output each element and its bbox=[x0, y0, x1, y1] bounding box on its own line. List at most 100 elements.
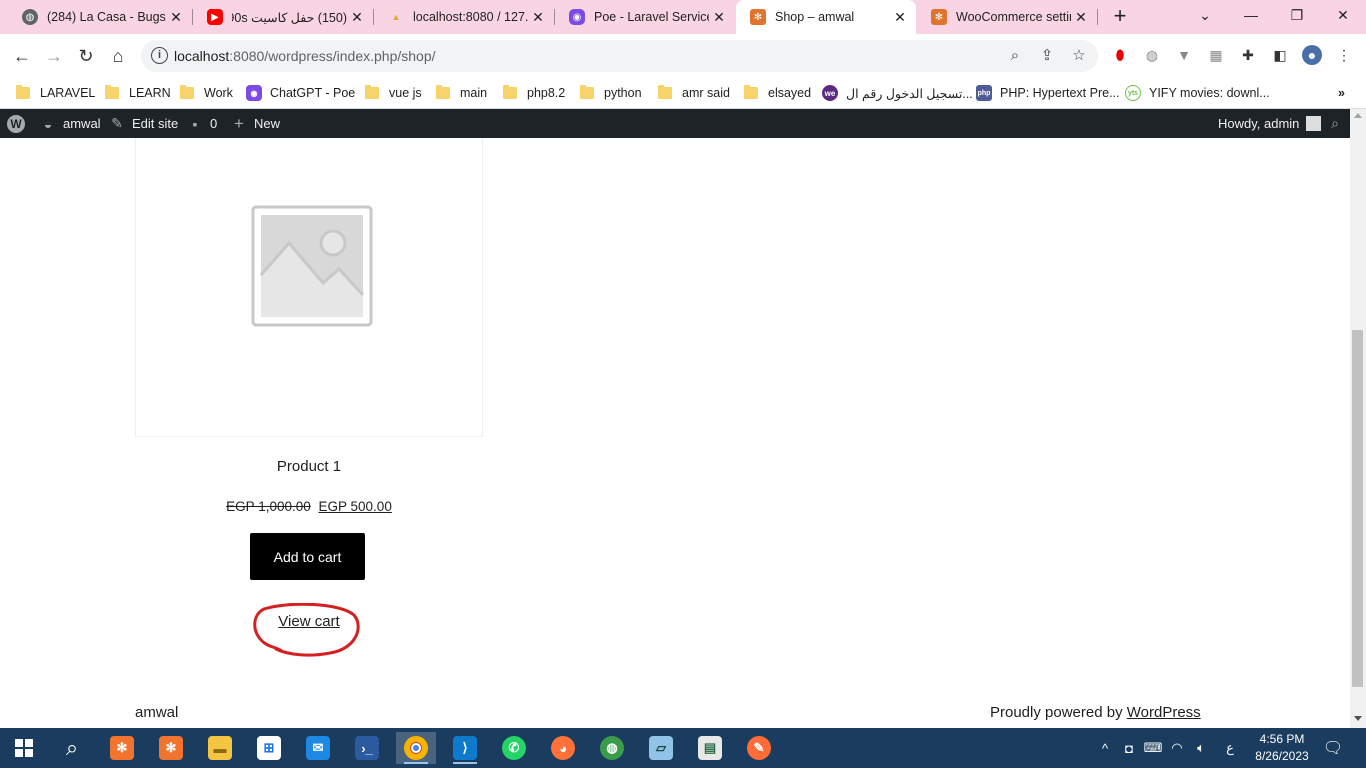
address-bar[interactable]: i localhost:8080/wordpress/index.php/sho… bbox=[141, 40, 1098, 72]
wifi-icon[interactable]: ◠ bbox=[1168, 728, 1186, 768]
close-tab-icon[interactable]: ✕ bbox=[347, 9, 367, 26]
bookmark-vue-js[interactable]: vue js bbox=[365, 82, 422, 104]
notifications-icon[interactable]: 🗨︎ bbox=[1322, 728, 1344, 768]
browser-tab-3[interactable]: ▲ localhost:8080 / 127.0 ✕ bbox=[374, 0, 554, 34]
forward-icon[interactable]: → bbox=[40, 42, 68, 70]
menu-kebab-icon[interactable]: ⋮ bbox=[1334, 45, 1354, 65]
close-tab-icon[interactable]: ✕ bbox=[1071, 9, 1091, 26]
xampp-taskbar-icon[interactable]: ✻ bbox=[102, 732, 142, 764]
tab-search-icon[interactable]: ⌄ bbox=[1182, 0, 1228, 30]
bookmark-amr-said[interactable]: amr said bbox=[658, 82, 730, 104]
add-to-cart-button[interactable]: Add to cart bbox=[250, 533, 365, 580]
plus-icon: + bbox=[234, 113, 244, 133]
bookmark-chatgpt-poe[interactable]: ◉ ChatGPT - Poe bbox=[246, 82, 355, 104]
wp-comments[interactable]: ▪ 0 bbox=[186, 109, 218, 138]
scroll-up-arrow[interactable] bbox=[1354, 113, 1362, 118]
share-icon[interactable]: ⇪ bbox=[1038, 47, 1056, 65]
home-icon[interactable]: ⌂ bbox=[104, 42, 132, 70]
browser-tab-5-active[interactable]: ✻ Shop – amwal ✕ bbox=[736, 0, 916, 34]
chrome-taskbar-icon[interactable] bbox=[396, 732, 436, 764]
bookmark-label: amr said bbox=[682, 86, 730, 100]
extension-card-icon[interactable]: ▦ bbox=[1206, 45, 1226, 65]
reload-icon[interactable]: ↻ bbox=[72, 42, 100, 70]
poe-icon: ◉ bbox=[569, 9, 585, 25]
wp-logo-icon[interactable]: W bbox=[7, 109, 25, 138]
site-info-icon[interactable]: i bbox=[151, 47, 168, 64]
network-app-icon[interactable]: ◍ bbox=[592, 732, 632, 764]
bookmark-star-icon[interactable]: ☆ bbox=[1070, 47, 1088, 65]
wp-site-name[interactable]: ◒ amwal bbox=[39, 109, 101, 138]
close-tab-icon[interactable]: ✕ bbox=[890, 9, 910, 26]
vpn-globe-icon[interactable]: ◍ bbox=[1142, 45, 1162, 65]
browser-tab-6[interactable]: ✻ WooCommerce settin ✕ bbox=[917, 0, 1097, 34]
bookmark-python[interactable]: python bbox=[580, 82, 642, 104]
whatsapp-icon[interactable]: ✆ bbox=[494, 732, 534, 764]
mail-icon[interactable]: ✉ bbox=[298, 732, 338, 764]
wordpress-link[interactable]: WordPress bbox=[1127, 704, 1201, 721]
side-panel-icon[interactable]: ◧ bbox=[1270, 45, 1290, 65]
tray-ime-icon[interactable]: ⌨ bbox=[1144, 728, 1163, 768]
close-tab-icon[interactable]: ✕ bbox=[528, 9, 548, 26]
clock[interactable]: 4:56 PM 8/26/2023 bbox=[1244, 731, 1320, 765]
bookmark-arabic-login[interactable]: we تسجيل الدخول رقم ال... bbox=[822, 82, 973, 104]
sale-price: EGP 500.00 bbox=[318, 499, 392, 514]
bookmark-php-net[interactable]: php PHP: Hypertext Pre... bbox=[976, 82, 1119, 104]
scroll-down-arrow[interactable] bbox=[1354, 716, 1362, 721]
wp-edit-site[interactable]: ✎ Edit site bbox=[108, 109, 178, 138]
red-annotation-circle bbox=[253, 603, 360, 657]
close-tab-icon[interactable]: ✕ bbox=[166, 9, 186, 26]
howdy-label: Howdy, admin bbox=[1218, 116, 1300, 131]
powershell-icon[interactable]: ›_ bbox=[347, 732, 387, 764]
bookmark-elsayed[interactable]: elsayed bbox=[744, 82, 811, 104]
browser-tab-2[interactable]: ▶ (150) حفل كاسيت 90s ✕ bbox=[193, 0, 373, 34]
bookmark-laravel[interactable]: LARAVEL bbox=[16, 82, 95, 104]
new-tab-button[interactable]: + bbox=[1108, 5, 1132, 29]
regular-price: EGP 1,000.00 bbox=[226, 499, 311, 514]
tray-device-icon[interactable]: ◘ bbox=[1120, 728, 1138, 768]
browser-tab-4[interactable]: ◉ Poe - Laravel Services ✕ bbox=[555, 0, 735, 34]
taskbar-search-icon[interactable]: ⌕ bbox=[52, 732, 92, 764]
back-icon[interactable]: ← bbox=[8, 42, 36, 70]
input-language[interactable]: ع bbox=[1220, 728, 1240, 768]
wp-my-account[interactable]: Howdy, admin bbox=[1218, 109, 1322, 138]
bookmark-yify[interactable]: yts YIFY movies: downl... bbox=[1125, 82, 1270, 104]
address-url[interactable]: localhost:8080/wordpress/index.php/shop/ bbox=[174, 48, 436, 64]
office-app-icon[interactable]: ▤ bbox=[690, 732, 730, 764]
product-image[interactable] bbox=[135, 138, 483, 437]
close-tab-icon[interactable]: ✕ bbox=[709, 9, 729, 26]
bookmark-work[interactable]: Work bbox=[180, 82, 233, 104]
zoom-icon[interactable]: ⌕ bbox=[1006, 47, 1024, 65]
product-title[interactable]: Product 1 bbox=[135, 458, 483, 475]
close-window-icon[interactable]: ✕ bbox=[1320, 0, 1366, 30]
wp-new[interactable]: + New bbox=[230, 109, 280, 138]
minimize-icon[interactable]: — bbox=[1228, 0, 1274, 30]
tray-overflow-icon[interactable]: ^ bbox=[1096, 728, 1114, 768]
file-explorer-icon[interactable]: ▬ bbox=[200, 732, 240, 764]
volume-icon[interactable]: 🔈︎ bbox=[1192, 728, 1210, 768]
opera-adblock-icon[interactable]: ⬮ bbox=[1110, 45, 1130, 65]
xampp-control-taskbar-icon[interactable]: ✻ bbox=[151, 732, 191, 764]
bookmark-label: python bbox=[604, 86, 642, 100]
microsoft-store-icon[interactable]: ⊞ bbox=[249, 732, 289, 764]
profile-avatar[interactable]: ● bbox=[1302, 45, 1322, 65]
restore-icon[interactable]: ❐ bbox=[1274, 0, 1320, 30]
bookmark-learn[interactable]: LEARN bbox=[105, 82, 171, 104]
scrollbar-thumb[interactable] bbox=[1352, 330, 1363, 687]
vscode-icon[interactable]: ⟩ bbox=[445, 732, 485, 764]
bookmark-label: ChatGPT - Poe bbox=[270, 86, 356, 100]
site-name-label: amwal bbox=[63, 116, 101, 131]
bookmarks-overflow-icon[interactable]: » bbox=[1338, 82, 1345, 104]
product-price: EGP 1,000.00 EGP 500.00 bbox=[135, 499, 483, 514]
search-icon[interactable]: ⌕ bbox=[1326, 109, 1344, 138]
firefox-icon[interactable]: ◕ bbox=[543, 732, 583, 764]
postman-icon[interactable]: ✎ bbox=[739, 732, 779, 764]
bookmark-php82[interactable]: php8.2 bbox=[503, 82, 565, 104]
bookmark-main[interactable]: main bbox=[436, 82, 487, 104]
footer-site-name[interactable]: amwal bbox=[135, 704, 178, 721]
brush-icon: ✎ bbox=[111, 115, 123, 131]
vue-devtools-icon[interactable]: ▼ bbox=[1174, 45, 1194, 65]
start-button[interactable] bbox=[4, 732, 44, 764]
notepad-icon[interactable]: ▱ bbox=[641, 732, 681, 764]
extensions-puzzle-icon[interactable]: ✚ bbox=[1238, 45, 1258, 65]
browser-tab-1[interactable]: ◍ (284) La Casa - Bugs ✕ bbox=[8, 0, 192, 34]
